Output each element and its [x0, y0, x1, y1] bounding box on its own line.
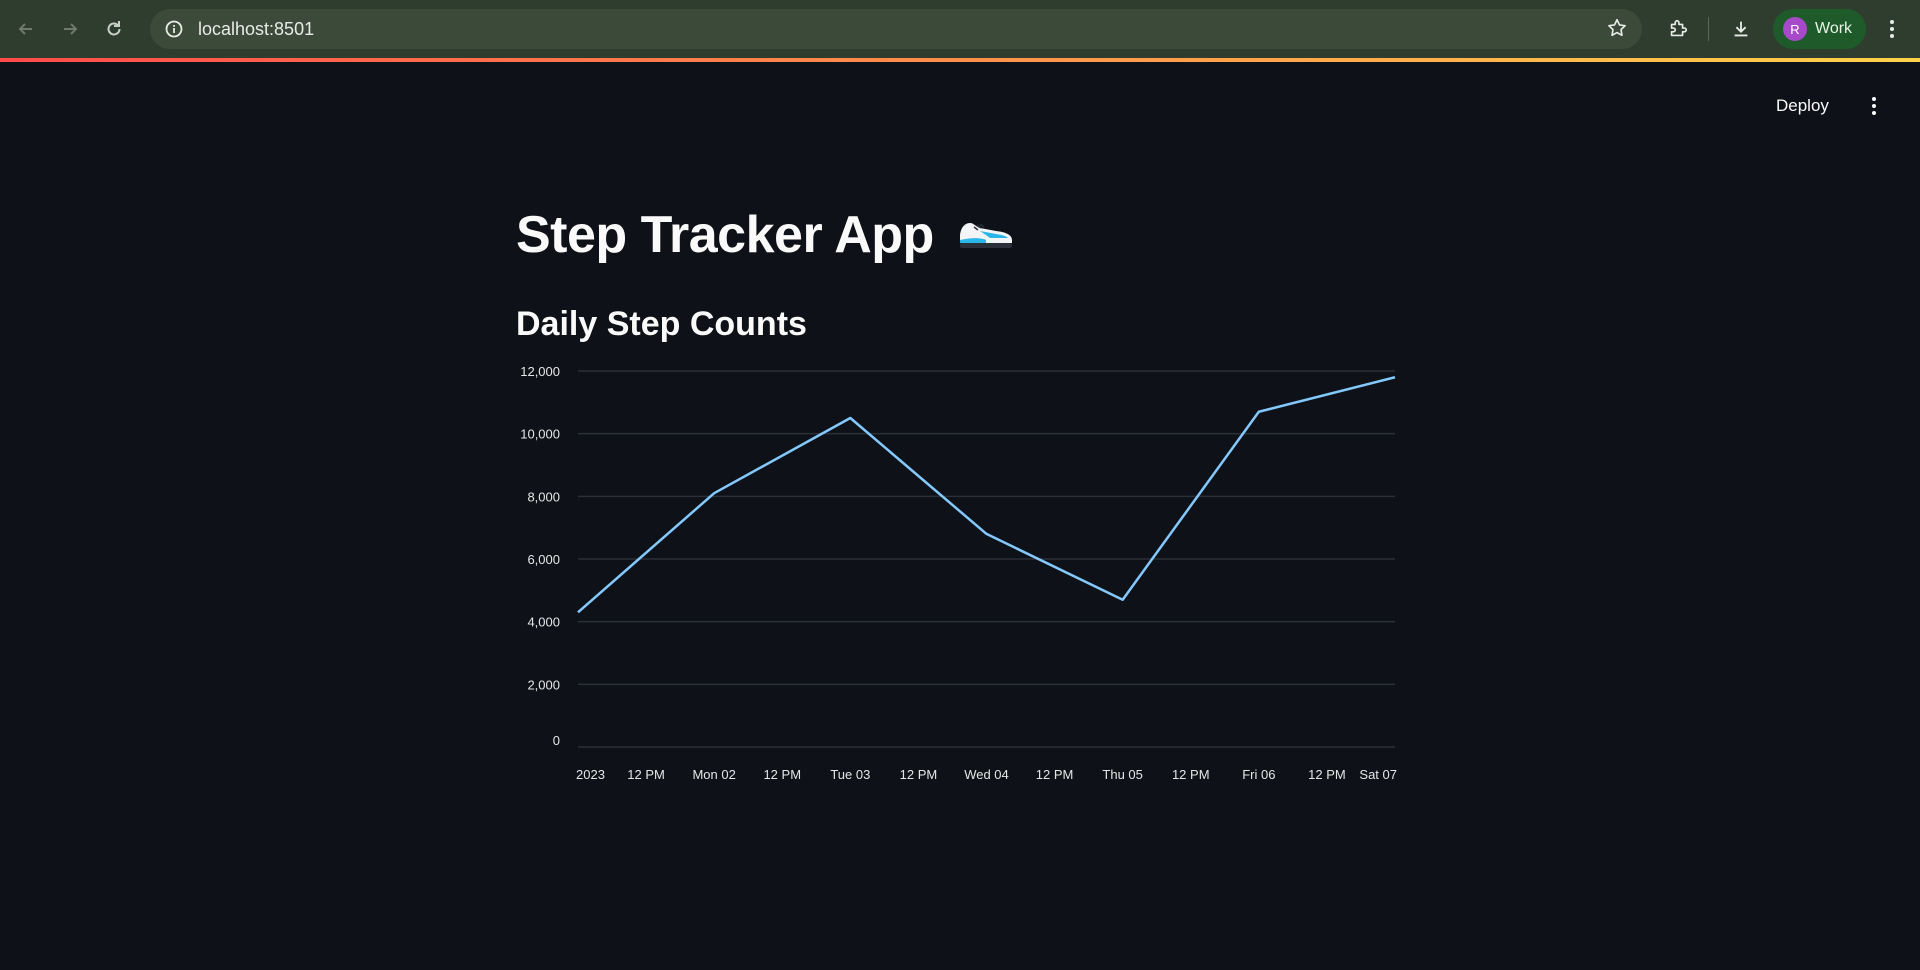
data-point[interactable] — [984, 531, 990, 537]
x-tick-label: 2023 — [576, 767, 605, 782]
reload-icon — [107, 21, 121, 36]
browser-menu-button[interactable] — [1880, 16, 1904, 42]
profile-label: Work — [1815, 20, 1853, 37]
profile-button[interactable]: R Work — [1773, 9, 1867, 49]
shoe-icon — [956, 213, 1016, 258]
x-tick-label: 12 PM — [627, 767, 665, 782]
y-tick-label: 10,000 — [520, 427, 560, 442]
series-line-steps[interactable] — [577, 376, 1396, 614]
star-icon[interactable] — [1606, 17, 1628, 44]
title-row: Step Tracker App — [516, 205, 1016, 265]
data-point[interactable] — [847, 415, 853, 421]
x-tick-label: Mon 02 — [692, 767, 735, 782]
x-tick-label: 12 PM — [763, 767, 801, 782]
app-menu-button[interactable] — [1862, 92, 1886, 120]
x-tick-label: Tue 03 — [830, 767, 870, 782]
line-chart-svg[interactable]: 0 2,000 4,000 6,000 8,000 10,000 12,000 2023 12 … — [500, 355, 1420, 795]
y-tick-label: 2,000 — [527, 677, 560, 692]
y-tick-label: 0 — [553, 733, 560, 748]
data-point[interactable] — [575, 609, 581, 615]
x-tick-label: Thu 05 — [1102, 767, 1142, 782]
x-tick-label: Fri 06 — [1242, 767, 1275, 782]
toolbar-divider — [1708, 17, 1709, 41]
deploy-button[interactable]: Deploy — [1770, 90, 1835, 122]
back-button[interactable] — [8, 11, 44, 47]
reload-button[interactable] — [96, 11, 132, 47]
back-arrow-icon — [18, 23, 32, 35]
url-text[interactable]: localhost:8501 — [198, 19, 314, 40]
downloads-button[interactable] — [1723, 11, 1759, 47]
x-tick-label: 12 PM — [1308, 767, 1346, 782]
download-icon — [1734, 21, 1748, 37]
extensions-icon — [1670, 19, 1688, 37]
y-tick-label: 12,000 — [520, 364, 560, 379]
data-point[interactable] — [711, 490, 717, 496]
y-tick-label: 4,000 — [527, 615, 560, 630]
forward-button[interactable] — [52, 11, 88, 47]
site-info-icon[interactable] — [162, 17, 186, 41]
avatar: R — [1783, 17, 1807, 41]
forward-arrow-icon — [64, 23, 78, 35]
x-tick-label: 12 PM — [1172, 767, 1210, 782]
data-point[interactable] — [1120, 597, 1126, 603]
streamlit-header-decoration — [0, 58, 1920, 62]
step-count-chart[interactable]: 0 2,000 4,000 6,000 8,000 10,000 12,000 2023 12 … — [500, 355, 1420, 795]
x-tick-label: 12 PM — [900, 767, 938, 782]
page-title: Step Tracker App — [516, 206, 934, 264]
y-tick-label: 8,000 — [527, 489, 560, 504]
y-tick-label: 6,000 — [527, 552, 560, 567]
x-tick-label: 12 PM — [1036, 767, 1074, 782]
chart-subheader: Daily Step Counts — [516, 305, 807, 343]
data-point[interactable] — [1256, 409, 1262, 415]
kebab-menu-icon — [1890, 20, 1894, 38]
extensions-button[interactable] — [1660, 11, 1696, 47]
x-tick-label: Sat 07 — [1359, 767, 1397, 782]
x-tick-label: Wed 04 — [964, 767, 1009, 782]
address-bar[interactable]: localhost:8501 — [150, 9, 1642, 49]
kebab-menu-icon — [1872, 97, 1876, 115]
browser-toolbar: localhost:8501 R Work — [0, 0, 1920, 58]
data-point[interactable] — [1392, 374, 1398, 380]
